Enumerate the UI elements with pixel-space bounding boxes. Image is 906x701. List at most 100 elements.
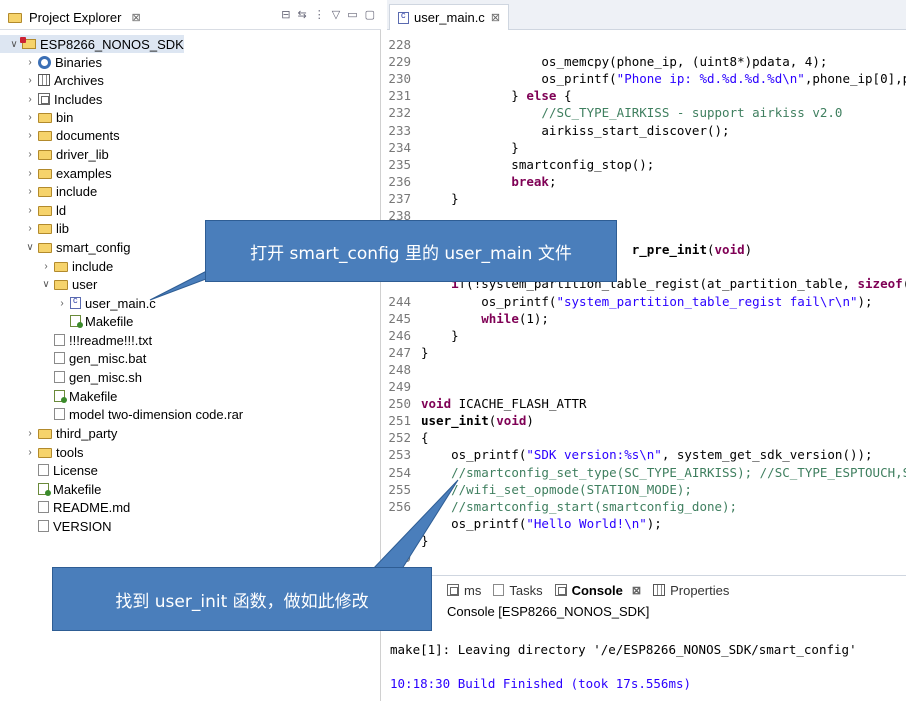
chevron-right-icon[interactable]: › — [24, 428, 36, 439]
tree-item[interactable]: › ld — [0, 201, 66, 219]
chevron-right-icon[interactable]: › — [24, 149, 36, 160]
tree-item[interactable]: › bin — [0, 108, 73, 126]
code-line[interactable]: 253 os_printf("SDK version:%s\n", system… — [387, 446, 906, 463]
code-line[interactable]: 231 } else { — [387, 87, 906, 104]
chevron-right-icon[interactable]: › — [24, 57, 36, 68]
code-line[interactable]: 250 void ICACHE_FLASH_ATTR — [387, 395, 906, 412]
code-line[interactable]: 249 — [387, 378, 906, 395]
tree-item[interactable]: Makefile — [0, 312, 133, 330]
chevron-right-icon[interactable]: › — [24, 94, 36, 105]
chevron-right-icon[interactable]: › — [24, 447, 36, 458]
code-line[interactable]: 228 — [387, 36, 906, 53]
tree-item[interactable]: › tools — [0, 443, 83, 461]
chevron-right-icon[interactable]: › — [24, 130, 36, 141]
tree-item-label: Makefile — [53, 481, 102, 497]
tree-item[interactable]: Makefile — [0, 480, 101, 498]
tab-user-main-c[interactable]: user_main.c ⊠ — [389, 4, 510, 30]
tree-item[interactable]: › Includes — [0, 90, 102, 108]
code-line[interactable]: 251 user_init(void) — [387, 412, 906, 429]
chevron-down-icon[interactable]: ∨ — [24, 242, 36, 253]
collapse-all-icon[interactable]: ⊟ — [281, 8, 290, 21]
code-line[interactable]: 244 os_printf("system_partition_table_re… — [387, 293, 906, 310]
code-line[interactable]: 233 airkiss_start_discover(); — [387, 122, 906, 139]
tree-item[interactable]: › Archives — [0, 71, 104, 89]
chevron-right-icon[interactable]: › — [24, 112, 36, 123]
line-number: 232 — [388, 105, 411, 121]
code-line[interactable]: 246 } — [387, 327, 906, 344]
tree-item[interactable]: › examples — [0, 164, 111, 182]
chevron-down-icon[interactable]: ∨ — [8, 39, 20, 50]
code-line[interactable]: 256 //smartconfig_start(smartconfig_done… — [387, 498, 906, 515]
minimize-icon[interactable]: ▭ — [347, 8, 357, 21]
code-line[interactable]: } — [387, 532, 906, 549]
code-line[interactable]: os_printf("Hello World!\n"); — [387, 515, 906, 532]
tree-item[interactable]: › user_main.c — [0, 294, 155, 312]
code-line[interactable]: 237 } — [387, 190, 906, 207]
tree-item[interactable]: › lib — [0, 219, 69, 237]
tree-item[interactable]: ∨ ESP8266_NONOS_SDK — [0, 35, 184, 53]
chevron-right-icon[interactable]: › — [56, 298, 68, 309]
tree-item[interactable]: gen_misc.bat — [0, 349, 146, 367]
code-line[interactable]: 229 os_memcpy(phone_ip, (uint8*)pdata, 4… — [387, 53, 906, 70]
code-line[interactable]: 236 break; — [387, 173, 906, 190]
tree-item[interactable]: model two-dimension code.rar — [0, 405, 243, 423]
dropdown-icon[interactable]: ▽ — [332, 8, 340, 21]
makefile-icon — [38, 483, 51, 496]
tree-item[interactable]: ∨ user — [0, 275, 97, 293]
tree-item[interactable]: README.md — [0, 498, 130, 516]
tree-item-label: model two-dimension code.rar — [69, 406, 244, 422]
code-token: "SDK version:%s\n" — [526, 447, 662, 463]
link-editor-icon[interactable]: ⇆ — [298, 8, 307, 21]
tree-item[interactable]: › driver_lib — [0, 145, 108, 163]
tree-item[interactable]: › include — [0, 182, 97, 200]
tree-item-label: gen_misc.sh — [69, 369, 142, 385]
close-icon[interactable]: ⊠ — [632, 584, 641, 597]
code-line[interactable]: 248 — [387, 361, 906, 378]
chevron-right-icon[interactable]: › — [24, 168, 36, 179]
chevron-right-icon[interactable]: › — [24, 205, 36, 216]
console-tabbar: ms Tasks Console ⊠ Properties — [387, 576, 906, 604]
tree-item[interactable]: › Binaries — [0, 53, 102, 71]
close-icon[interactable]: ⊠ — [131, 11, 140, 24]
tree-item-label: ld — [56, 202, 67, 218]
chevron-down-icon[interactable]: ∨ — [40, 279, 52, 290]
code-line[interactable]: 254 //smartconfig_set_type(SC_TYPE_AIRKI… — [387, 464, 906, 481]
tab-project-explorer[interactable]: Project Explorer ⊠ — [2, 4, 147, 30]
chevron-right-icon[interactable]: › — [24, 223, 36, 234]
code-token: os_printf( — [421, 515, 527, 531]
code-line[interactable]: 259 — [387, 549, 906, 565]
tab-properties[interactable]: Properties — [653, 583, 729, 598]
chevron-right-icon[interactable]: › — [24, 75, 36, 86]
code-line[interactable]: 234 } — [387, 139, 906, 156]
code-line[interactable]: 252 { — [387, 429, 906, 446]
tree-item[interactable]: › include — [0, 257, 113, 275]
tree-item[interactable]: VERSION — [0, 517, 112, 535]
code-line[interactable]: 235 smartconfig_stop(); — [387, 156, 906, 173]
tree-item[interactable]: Makefile — [0, 387, 117, 405]
tab-ms[interactable]: ms — [447, 583, 481, 598]
chevron-right-icon[interactable]: › — [40, 261, 52, 272]
code-line[interactable]: 245 while(1); — [387, 310, 906, 327]
folder-icon — [38, 206, 52, 216]
tree-item[interactable]: gen_misc.sh — [0, 368, 142, 386]
folder-icon — [38, 169, 52, 179]
tree-item[interactable]: › documents — [0, 126, 119, 144]
code-token: user_init — [421, 413, 489, 429]
view-menu-icon[interactable]: ⋮ — [314, 8, 325, 21]
console-line: 10:18:30 Build Finished (took 17s.556ms) — [390, 676, 692, 691]
code-line[interactable]: 247} — [387, 344, 906, 361]
code-area[interactable]: 228 229 os_memcpy(phone_ip, (uint8*)pdata… — [387, 30, 906, 565]
code-line[interactable]: 230 os_printf("Phone ip: %d.%d.%d.%d\n",… — [387, 70, 906, 87]
chevron-right-icon[interactable]: › — [24, 186, 36, 197]
code-line[interactable]: 232 //SC_TYPE_AIRKISS - support airkiss … — [387, 104, 906, 121]
tree-item[interactable]: ∨ smart_config — [0, 238, 130, 256]
tree-item[interactable]: License — [0, 461, 98, 479]
close-icon[interactable]: ⊠ — [491, 11, 500, 24]
code-line[interactable]: 255 //wifi_set_opmode(STATION_MODE); — [387, 481, 906, 498]
tab-tasks[interactable]: Tasks — [493, 583, 543, 598]
maximize-icon[interactable]: ▢ — [365, 8, 375, 21]
tab-console[interactable]: Console ⊠ — [554, 583, 641, 598]
code-token: smartconfig_stop(); — [421, 156, 655, 172]
tree-item[interactable]: !!!readme!!!.txt — [0, 331, 152, 349]
tree-item[interactable]: › third_party — [0, 424, 117, 442]
